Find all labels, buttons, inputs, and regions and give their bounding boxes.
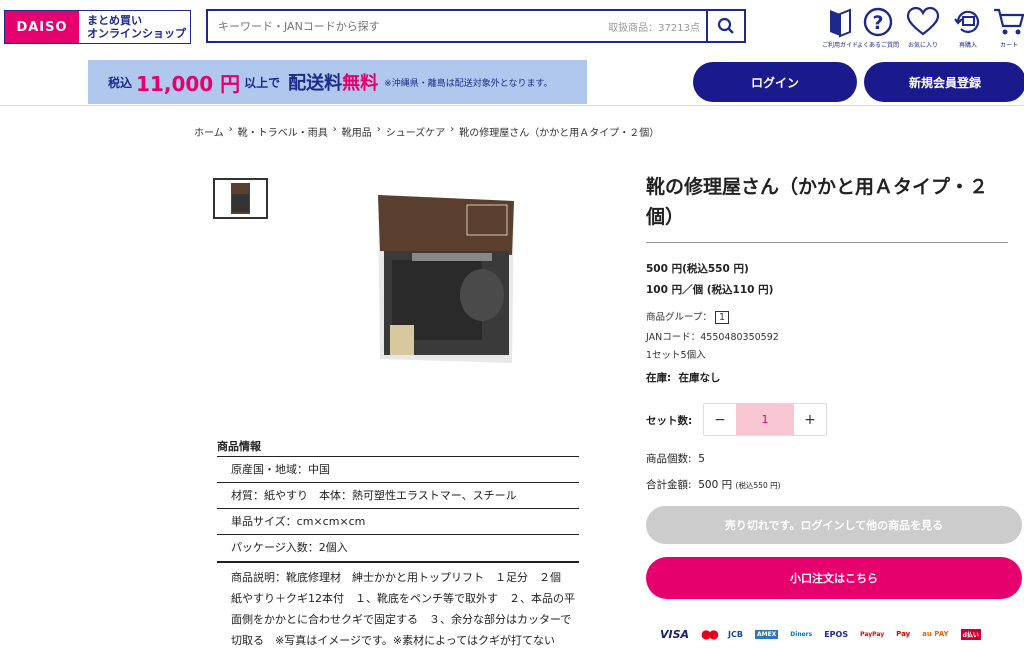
info-heading: 商品情報 [217, 440, 261, 453]
reorder-link[interactable]: 再購入 [946, 6, 990, 50]
dbarai-logo: d払い [960, 628, 981, 640]
product-thumbnail[interactable] [213, 178, 268, 219]
login-button[interactable]: ログイン [693, 62, 857, 102]
soldout-button[interactable]: 売り切れです。ログインして他の商品を見る [646, 506, 1022, 544]
set-info: 1セット5個入 [646, 350, 706, 361]
breadcrumb-separator: › [332, 124, 337, 135]
banner-prefix: 税込 [108, 75, 133, 90]
diners-logo: Diners [790, 630, 813, 638]
product-price: 500 円(税込550 円) [646, 263, 749, 275]
breadcrumb-separator: › [450, 124, 455, 135]
reorder-icon [954, 10, 980, 33]
unit-price: 100 円／個 (税込110 円) [646, 284, 774, 296]
info-material: 材質：紙やすり 本体：熱可塑性エラストマー、スチール [217, 482, 579, 508]
logo-brand: DAISO [5, 11, 79, 43]
banner-free1: 配送料 [288, 73, 343, 94]
small-order-button[interactable]: 小口注文はこちら [646, 557, 1022, 599]
reorder-label: 再購入 [958, 42, 977, 49]
visa-logo: VISA [660, 627, 690, 641]
favorites-label: お気に入り [907, 42, 938, 49]
info-origin: 原産国・地域：中国 [217, 456, 579, 482]
aupay-logo: au PAY [922, 630, 949, 638]
breadcrumb-home[interactable]: ホーム [194, 124, 224, 139]
heart-icon [906, 6, 940, 36]
product-title: 靴の修理屋さん（かかと用Ａタイプ・２個） [646, 176, 989, 228]
payment-methods: VISA ●● JCB AMEX Diners EPOS PayPay Pay … [660, 624, 1024, 644]
breadcrumb-subcategory[interactable]: 靴用品 [342, 124, 372, 139]
question-icon: ? [863, 7, 893, 37]
total-tax: (税込550 円) [735, 481, 781, 490]
jan-code: JANコード：4550480350592 [646, 332, 779, 343]
svg-text:?: ? [872, 12, 883, 34]
breadcrumb-current: 靴の修理屋さん（かかと用Ａタイプ・２個） [459, 128, 660, 139]
product-group-value[interactable]: 1 [714, 311, 729, 324]
info-size: 単品サイズ：cm×cm×cm [217, 508, 579, 534]
epos-logo: EPOS [824, 629, 849, 639]
register-button[interactable]: 新規会員登録 [864, 62, 1024, 102]
breadcrumb-shoecare[interactable]: シューズケア [386, 124, 446, 139]
cart-label: カート [999, 42, 1018, 49]
rakuten-pay-logo: Pay [896, 630, 911, 638]
jcb-logo: JCB [728, 629, 743, 639]
search-icon [717, 17, 734, 34]
quantity-input[interactable]: 1 [736, 404, 794, 435]
search-input[interactable] [208, 11, 609, 41]
info-description: 商品説明：靴底修理材 紳士かかと用トップリフト １足分 ２個 紙やすり＋クギ12… [217, 562, 579, 651]
product-group-label: 商品グループ： [646, 312, 712, 323]
breadcrumb-category[interactable]: 靴・トラベル・雨具 [238, 124, 328, 139]
quantity-plus-button[interactable]: + [794, 404, 826, 435]
product-group: 商品グループ： 1 [646, 309, 729, 324]
search-bar: 取扱商品：37213点 [206, 9, 746, 43]
total-value: 500 円 [698, 479, 733, 491]
cart-icon [994, 8, 1024, 35]
banner-amount: 11,000 円 [136, 71, 241, 96]
set-count-label: セット数: [646, 415, 693, 427]
banner-free2: 無料 [342, 73, 379, 94]
guide-icon [830, 8, 851, 38]
quantity-minus-button[interactable]: − [704, 404, 736, 435]
total-price: 合計金額: 500 円 (税込550 円) [646, 477, 781, 492]
quantity-stepper: − 1 + [703, 403, 827, 436]
title-divider [646, 242, 1008, 243]
stock-status: 在庫: 在庫なし [646, 370, 721, 385]
banner-note: ※沖縄県・離島は配送対象外となります。 [384, 78, 553, 89]
site-logo[interactable]: DAISO まとめ買い オンラインショップ [4, 10, 191, 44]
info-package: パッケージ入数：2個入 [217, 534, 579, 562]
free-shipping-banner[interactable]: 税込 11,000 円 以上で 配送料 無料 ※沖縄県・離島は配送対象外となりま… [88, 60, 587, 104]
item-count-label: 商品個数: [646, 453, 692, 465]
thumbnail-image [231, 183, 250, 214]
product-main-image[interactable] [372, 195, 520, 365]
breadcrumb-separator: › [228, 124, 233, 135]
product-count: 取扱商品：37213点 [608, 22, 700, 34]
cart-link[interactable]: カート [987, 6, 1024, 50]
logo-line2: オンラインショップ [87, 27, 186, 40]
favorites-link[interactable]: お気に入り [901, 6, 945, 50]
mastercard-logo: ●● [701, 627, 719, 641]
site-header: DAISO まとめ買い オンラインショップ 取扱商品：37213点 ご利用ガイド… [0, 0, 1024, 106]
faq-link[interactable]: ? よくあるご質問 [856, 6, 900, 50]
logo-line1: まとめ買い [87, 14, 142, 27]
banner-suffix: 以上で [244, 75, 281, 90]
breadcrumb-separator: › [376, 124, 381, 135]
stock-label: 在庫: [646, 372, 672, 384]
item-count: 商品個数: 5 [646, 451, 705, 466]
breadcrumb: ホーム › 靴・トラベル・雨具 › 靴用品 › シューズケア › 靴の修理屋さん… [194, 124, 659, 139]
total-label: 合計金額: [646, 479, 692, 491]
search-button[interactable] [706, 11, 744, 41]
amex-logo: AMEX [754, 629, 779, 639]
faq-label: よくあるご質問 [856, 42, 899, 49]
stock-value: 在庫なし [678, 372, 721, 384]
paypay-logo: PayPay [860, 630, 885, 638]
item-count-value: 5 [698, 453, 705, 465]
